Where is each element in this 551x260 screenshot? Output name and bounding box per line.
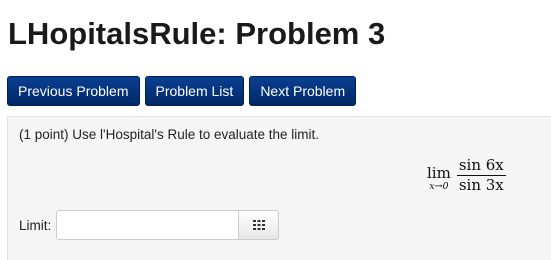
limit-expression: lim x→0 sin 6x sin 3x xyxy=(427,157,506,194)
page-title: LHopitalsRule: Problem 3 xyxy=(8,16,386,51)
lim-word: lim xyxy=(427,164,451,182)
equation-palette-button[interactable] xyxy=(239,210,280,240)
answer-label: Limit: xyxy=(19,217,52,233)
lim-subscript: x→0 xyxy=(429,181,449,192)
fraction-denominator: sin 3x xyxy=(458,176,504,194)
previous-problem-button[interactable]: Previous Problem xyxy=(7,76,140,106)
next-problem-button[interactable]: Next Problem xyxy=(249,76,357,106)
fraction-numerator: sin 6x xyxy=(458,156,504,174)
problem-statement: (1 point) Use l'Hospital's Rule to evalu… xyxy=(19,127,320,142)
problem-panel: (1 point) Use l'Hospital's Rule to evalu… xyxy=(7,116,551,260)
answer-input[interactable] xyxy=(56,210,240,240)
problem-list-button[interactable]: Problem List xyxy=(144,76,245,106)
fraction: sin 6x sin 3x xyxy=(456,156,506,194)
grid-icon xyxy=(252,220,265,230)
problem-navigation: Previous Problem Problem List Next Probl… xyxy=(7,76,357,106)
limit-operator: lim x→0 xyxy=(427,166,451,193)
answer-row: Limit: xyxy=(19,210,280,240)
